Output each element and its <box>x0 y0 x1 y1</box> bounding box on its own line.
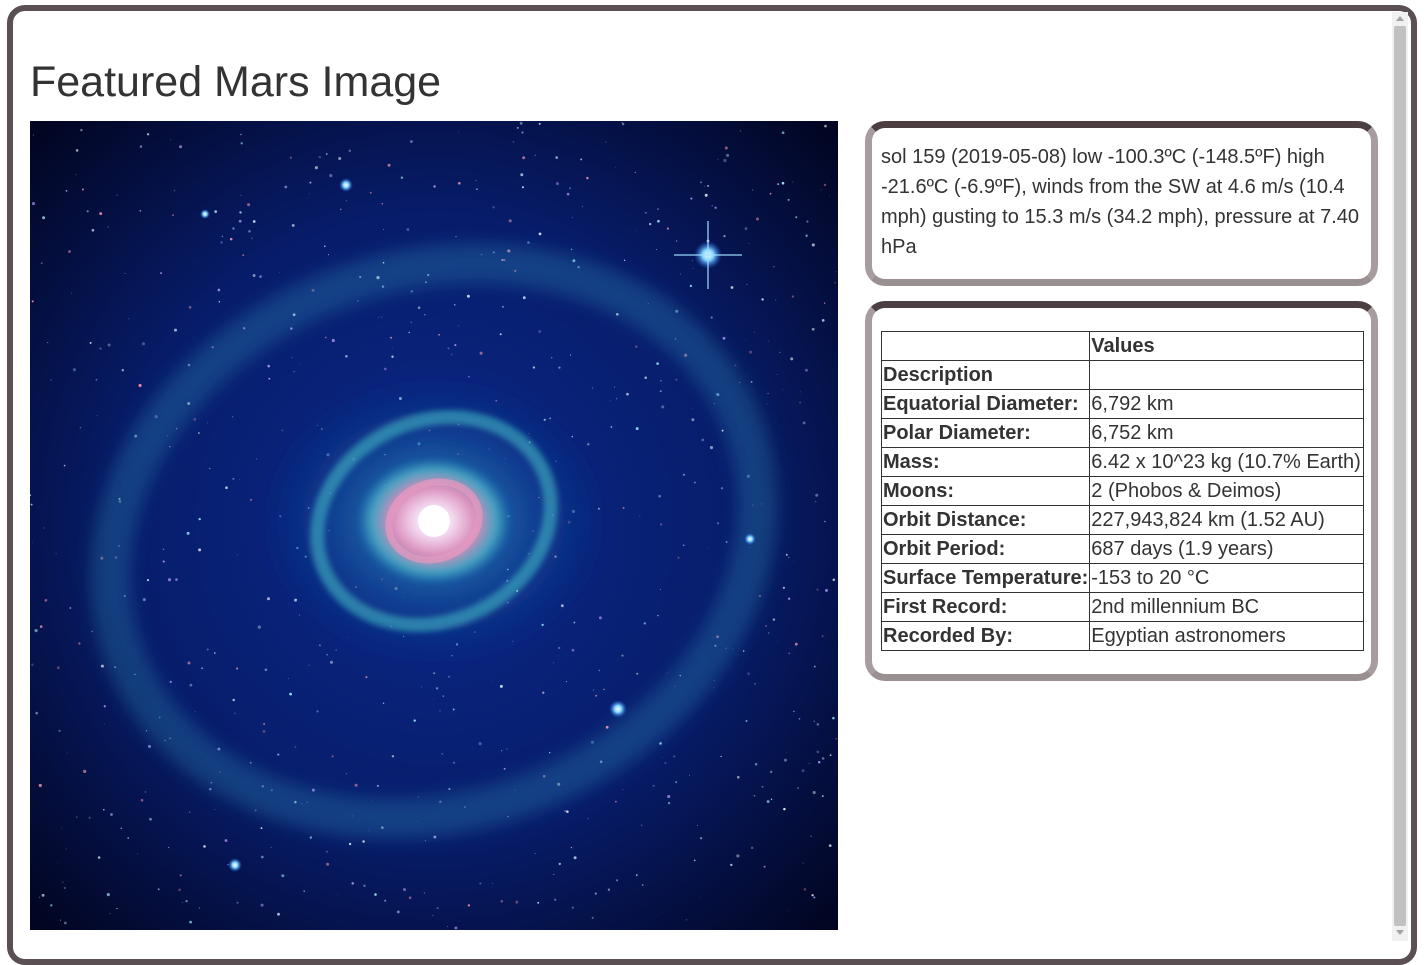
weather-card: sol 159 (2019-05-08) low -100.3ºC (-148.… <box>865 121 1378 286</box>
row-label: Recorded By: <box>880 621 1091 651</box>
table-row: Recorded By: Egyptian astronomers <box>880 621 1365 651</box>
row-value: 2 (Phobos & Deimos) <box>1089 476 1365 506</box>
table-row: Moons: 2 (Phobos & Deimos) <box>880 476 1365 506</box>
galaxy-picture <box>30 121 838 930</box>
scroll-down-arrow-icon[interactable] <box>1396 930 1404 935</box>
table-row: Orbit Period: 687 days (1.9 years) <box>880 534 1365 564</box>
row-value: 6,792 km <box>1089 389 1365 419</box>
mars-weather-text: sol 159 (2019-05-08) low -100.3ºC (-148.… <box>881 146 1360 258</box>
row-value: 2nd millennium BC <box>1089 592 1365 622</box>
row-label: Surface Temperature: <box>880 563 1091 593</box>
table-row: First Record: 2nd millennium BC <box>880 592 1365 622</box>
mars-facts-card: Values Description Equatorial Diameter: 6… <box>865 301 1378 681</box>
featured-mars-image[interactable] <box>30 121 838 930</box>
table-row: Mass: 6.42 x 10^23 kg (10.7% Earth) <box>880 447 1365 477</box>
row-value: -153 to 20 °C <box>1089 563 1365 593</box>
row-label: Equatorial Diameter: <box>880 389 1091 419</box>
row-label: First Record: <box>880 592 1091 622</box>
row-value: 687 days (1.9 years) <box>1089 534 1365 564</box>
row-label: Moons: <box>880 476 1091 506</box>
row-value: 6.42 x 10^23 kg (10.7% Earth) <box>1089 447 1365 477</box>
vertical-scrollbar[interactable] <box>1392 12 1408 941</box>
row-value: 6,752 km <box>1089 418 1365 448</box>
header-values-cell: Values <box>1089 331 1365 361</box>
header-key-cell <box>880 331 1091 361</box>
row-label: Mass: <box>880 447 1091 477</box>
table-header-row: Values <box>880 331 1365 361</box>
row-label: Polar Diameter: <box>880 418 1091 448</box>
scroll-up-arrow-icon[interactable] <box>1396 16 1404 21</box>
table-row: Polar Diameter: 6,752 km <box>880 418 1365 448</box>
row-value: Egyptian astronomers <box>1089 621 1365 651</box>
scrollbar-thumb[interactable] <box>1394 26 1406 926</box>
row-label: Orbit Distance: <box>880 505 1091 535</box>
page-title: Featured Mars Image <box>30 58 442 106</box>
row-label: Orbit Period: <box>880 534 1091 564</box>
table-row: Orbit Distance: 227,943,824 km (1.52 AU) <box>880 505 1365 535</box>
row-value: 227,943,824 km (1.52 AU) <box>1089 505 1365 535</box>
mars-facts-table: Values Description Equatorial Diameter: 6… <box>880 331 1365 651</box>
table-row: Equatorial Diameter: 6,792 km <box>880 389 1365 419</box>
row-label: Description <box>880 360 1091 390</box>
row-value <box>1089 360 1365 390</box>
table-row: Surface Temperature: -153 to 20 °C <box>880 563 1365 593</box>
table-row: Description <box>880 360 1365 390</box>
